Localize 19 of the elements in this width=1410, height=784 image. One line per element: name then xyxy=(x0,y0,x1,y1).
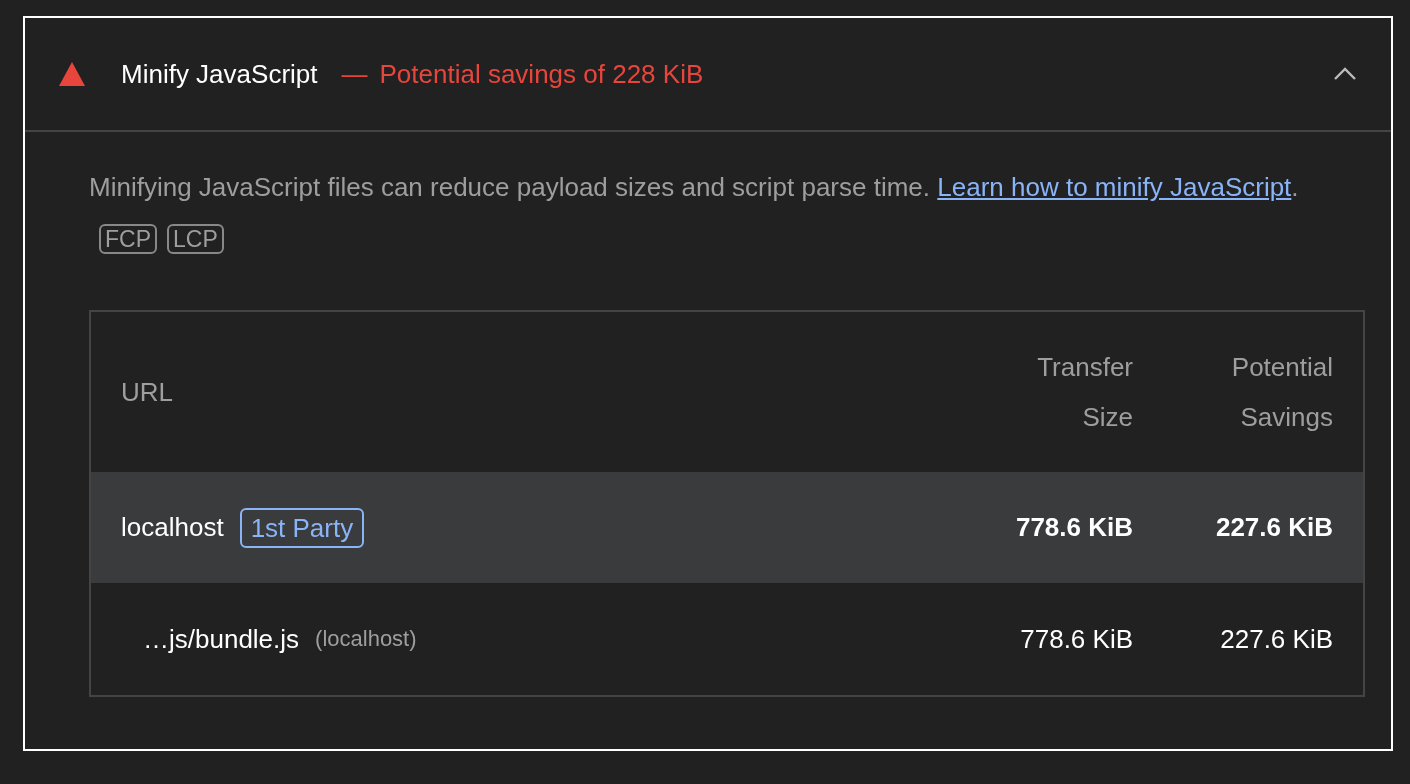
savings-value: 227.6 KiB xyxy=(1215,512,1333,542)
savings-value: 227.6 KiB xyxy=(1220,623,1333,654)
metric-tag: LCP xyxy=(167,224,224,254)
savings-text: Potential savings of 228 KiB xyxy=(379,58,704,90)
metric-tag: FCP xyxy=(99,224,157,254)
url-text: localhost xyxy=(121,512,224,543)
description-text: Minifying JavaScript files can reduce payload sizes and script parse time. Learn how to minify JavaScript. FCP LCP xyxy=(89,171,1300,256)
learn-more-link[interactable]: Learn how to minify JavaScript xyxy=(937,172,1292,202)
audit-title: Minify JavaScript xyxy=(121,58,318,90)
column-header: URL xyxy=(121,376,173,409)
chevron-icon[interactable] xyxy=(1333,67,1357,81)
party-badge: 1st Party xyxy=(239,507,365,548)
column-header: Potential Savings xyxy=(1230,351,1333,434)
transfer-size-value: 778.6 KiB xyxy=(1015,512,1133,542)
separator-dash: — xyxy=(341,58,368,90)
column-header: Transfer Size xyxy=(1036,351,1133,434)
url-text: …js/bundle.js xyxy=(143,623,300,655)
host-text: (localhost) xyxy=(315,626,417,652)
transfer-size-value: 778.6 KiB xyxy=(1020,623,1133,654)
